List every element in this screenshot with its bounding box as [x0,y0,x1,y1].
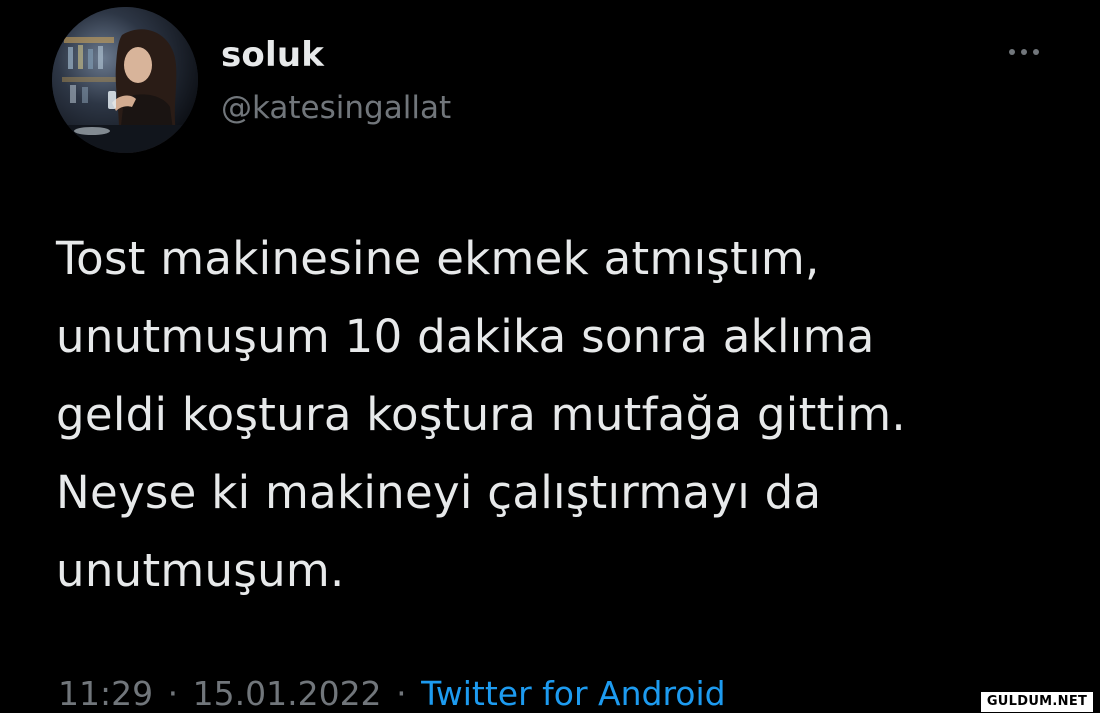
tweet-card: soluk @katesingallat Tost makinesine ekm… [0,0,1100,713]
tweet-date[interactable]: 15.01.2022 [193,674,382,713]
more-options-button[interactable] [1000,40,1048,64]
tweet-text: Tost makinesine ekmek atmıştım, unutmuşu… [56,232,907,597]
more-horizontal-icon [1009,49,1039,55]
watermark: GULDUM.NET [981,692,1093,712]
meta-separator: · [396,674,407,713]
user-handle[interactable]: @katesingallat [221,87,451,129]
display-name[interactable]: soluk [221,33,324,77]
tweet-source-link[interactable]: Twitter for Android [421,674,726,713]
avatar-photo [52,7,198,153]
meta-separator: · [167,674,179,713]
avatar[interactable] [52,7,198,153]
tweet-time[interactable]: 11:29 [58,674,153,713]
tweet-meta: 11:29 · 15.01.2022 · Twitter for Android [58,672,726,713]
